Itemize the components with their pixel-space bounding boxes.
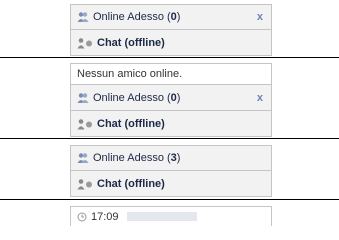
chat-panel-1: Online Adesso (0) x Chat (offline) [70, 4, 272, 56]
chat-panel-3: Online Adesso (3) Chat (offline) [70, 145, 272, 197]
close-button[interactable]: x [257, 11, 263, 23]
chat-status-bar[interactable]: Chat (offline) [70, 171, 272, 197]
chat-panel-2: Nessun amico online. Online Adesso (0) x… [70, 63, 272, 137]
clock-icon [77, 212, 87, 222]
no-friends-message: Nessun amico online. [70, 63, 272, 85]
chat-offline-label: Chat (offline) [97, 36, 165, 49]
online-now-bar[interactable]: Online Adesso (3) [70, 145, 272, 171]
online-now-label: Online Adesso (3) [93, 152, 181, 164]
friends-icon [77, 152, 89, 164]
user-offline-icon [77, 118, 93, 130]
online-now-bar[interactable]: Online Adesso (0) x [70, 4, 272, 30]
message-row: 17:09 [70, 206, 272, 226]
chat-offline-label: Chat (offline) [97, 117, 165, 130]
online-now-label: Online Adesso (0) [93, 91, 181, 104]
user-offline-icon [77, 178, 93, 190]
separator [0, 199, 339, 200]
chat-panel-4: 17:09 [70, 206, 272, 226]
message-time: 17:09 [91, 210, 119, 223]
separator [0, 57, 339, 58]
online-now-label: Online Adesso (0) [93, 11, 181, 23]
user-offline-icon [77, 37, 93, 49]
no-friends-text: Nessun amico online. [77, 68, 183, 80]
friends-icon [77, 11, 89, 23]
online-now-bar[interactable]: Online Adesso (0) x [70, 85, 272, 111]
separator [0, 138, 339, 139]
chat-status-bar[interactable]: Chat (offline) [70, 111, 272, 137]
chat-status-bar[interactable]: Chat (offline) [70, 30, 272, 56]
chat-offline-label: Chat (offline) [97, 177, 165, 190]
close-button[interactable]: x [257, 92, 263, 104]
friends-icon [77, 92, 89, 104]
blurred-name [126, 212, 197, 221]
